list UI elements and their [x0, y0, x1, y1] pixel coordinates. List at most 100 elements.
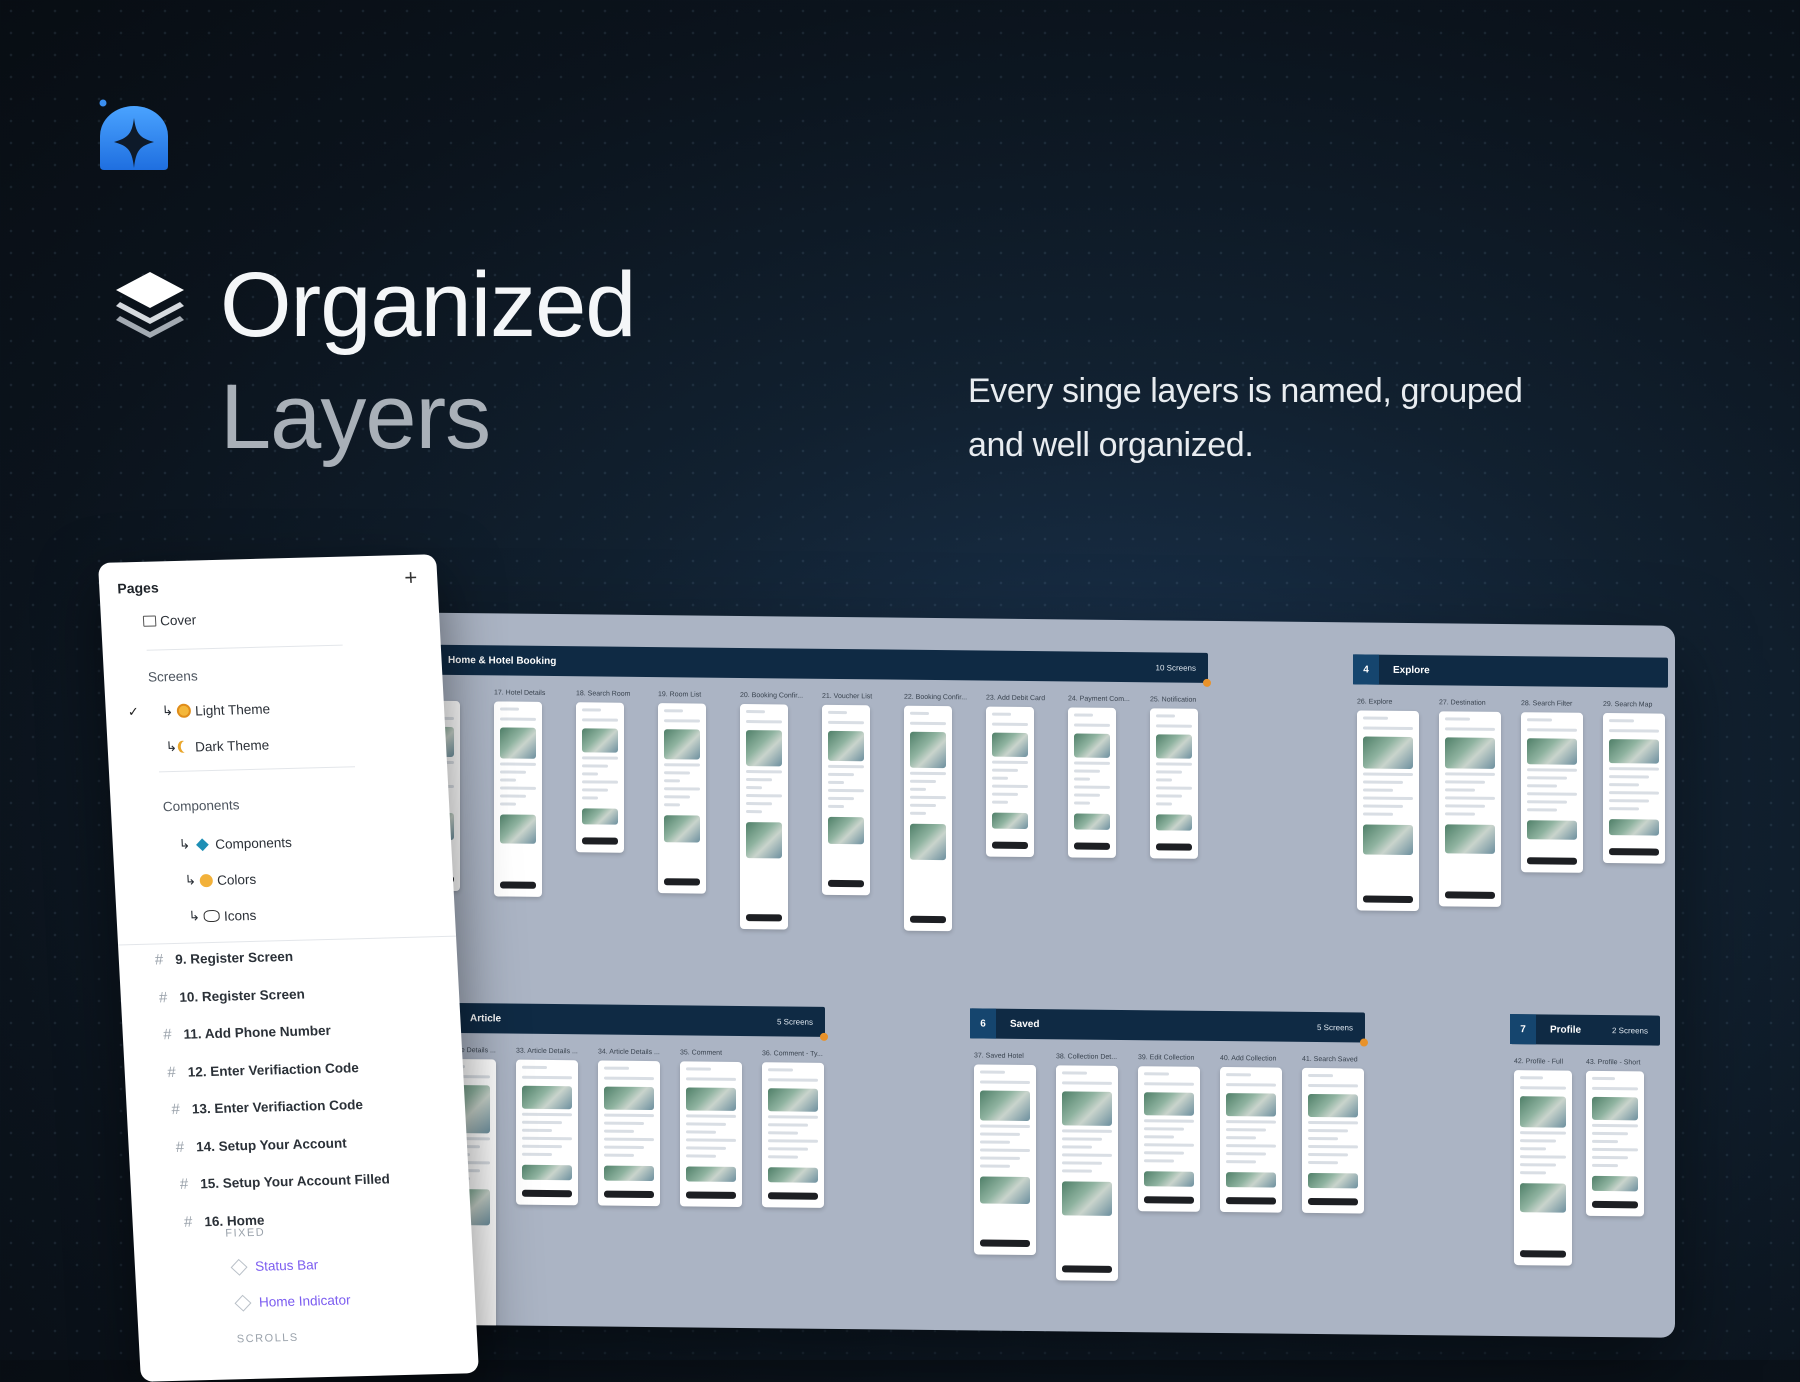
layer-frame-item[interactable]: #11. Add Phone Number [163, 1022, 332, 1043]
screen-frame-thumbnail[interactable] [658, 703, 706, 894]
section-profile[interactable]: 7 Profile 2 Screens 42. Profile - Full43… [1510, 1014, 1660, 1326]
screen-frame-thumbnail[interactable] [1220, 1067, 1282, 1213]
screen-frame-thumbnail[interactable] [822, 705, 870, 896]
screen-frame-label: 28. Search Filter [1521, 700, 1572, 708]
screen-frame-thumbnail[interactable] [904, 706, 952, 932]
add-page-button[interactable]: + [404, 565, 418, 591]
page-components[interactable]: ↳ Components [178, 834, 292, 853]
figma-canvas-board[interactable]: 3 Home & Hotel Booking 10 Screens 16. Ho… [360, 612, 1675, 1338]
section-home-hotel-booking[interactable]: 3 Home & Hotel Booking 10 Screens 16. Ho… [408, 645, 1208, 923]
layer-status-bar[interactable]: Status Bar [233, 1257, 319, 1274]
page-light-theme[interactable]: ↳ Light Theme [161, 701, 270, 720]
screen-frame-thumbnail[interactable] [986, 707, 1034, 858]
page-colors[interactable]: ↳ Colors [184, 871, 256, 889]
pages-panel[interactable]: Pages + Cover Screens ✓ ↳ Light Theme ↳ … [98, 554, 479, 1382]
text-line [1062, 1129, 1112, 1133]
screen-frame-label: 26. Explore [1357, 698, 1392, 705]
text-line [1520, 1139, 1556, 1142]
text-line [980, 1140, 1010, 1143]
screen-frame-label: 17. Hotel Details [494, 689, 545, 697]
status-bar [1144, 1072, 1169, 1075]
screen-frame-thumbnail[interactable] [762, 1062, 824, 1208]
section-header[interactable]: 7 Profile 2 Screens [1510, 1014, 1660, 1046]
section-header[interactable]: 5 Article 5 Screens [430, 1003, 825, 1037]
screen-frame-thumbnail[interactable] [1439, 711, 1501, 907]
section-explore[interactable]: 4 Explore 26. Explore27. Destination28. … [1353, 654, 1668, 927]
screen-frame-thumbnail[interactable] [494, 701, 542, 897]
section-header[interactable]: 4 Explore [1353, 654, 1668, 687]
status-bar [522, 1066, 547, 1069]
screen-frame-thumbnail[interactable] [516, 1060, 578, 1206]
layer-frame-item[interactable]: #12. Enter Verifiaction Code [167, 1059, 359, 1081]
screen-frame-thumbnail[interactable] [1150, 708, 1198, 859]
status-bar [1520, 1076, 1543, 1079]
screen-frame-thumbnail[interactable] [1586, 1071, 1644, 1217]
page-screens-section[interactable]: Screens [148, 668, 198, 684]
screen-frame-label: 20. Booking Confir... [740, 692, 803, 700]
layer-frame-item[interactable]: #14. Setup Your Account [175, 1134, 347, 1155]
page-dark-theme[interactable]: ↳ Dark Theme [165, 737, 269, 756]
screen-frame-thumbnail[interactable] [1514, 1070, 1572, 1266]
text-line [1074, 769, 1100, 772]
screen-frame-thumbnail[interactable] [1056, 1065, 1118, 1281]
photo-thumbnail [1592, 1097, 1638, 1120]
text-line [1363, 805, 1403, 808]
photo-thumbnail [1445, 737, 1495, 769]
text-line [1527, 728, 1577, 732]
photo-thumbnail [980, 1090, 1030, 1121]
text-line [828, 721, 864, 724]
text-line [1074, 785, 1110, 788]
screen-frame-thumbnail[interactable] [1603, 713, 1665, 864]
screen-frame-thumbnail[interactable] [1068, 707, 1116, 858]
photo-thumbnail [522, 1086, 572, 1110]
primary-button [1062, 1265, 1112, 1273]
layer-frame-item[interactable]: #13. Enter Verifiaction Code [171, 1096, 363, 1118]
text-line [1445, 788, 1475, 791]
screen-frame-label: 24. Payment Com... [1068, 695, 1130, 703]
primary-button [1592, 1201, 1638, 1208]
section-header[interactable]: 3 Home & Hotel Booking 10 Screens [408, 645, 1208, 683]
text-line [1592, 1140, 1618, 1143]
layer-frame-item[interactable]: #10. Register Screen [159, 985, 306, 1006]
section-header[interactable]: 6 Saved 5 Screens [970, 1008, 1365, 1042]
screen-frame-thumbnail[interactable] [974, 1064, 1036, 1255]
text-line [582, 788, 608, 791]
text-line [1156, 724, 1192, 727]
sun-icon [177, 704, 192, 718]
status-bar [500, 707, 519, 710]
status-bar [1527, 718, 1552, 721]
section-count: 2 Screens [1612, 1026, 1660, 1036]
section-title: Explore [1379, 664, 1656, 678]
component-instance-icon [231, 1258, 248, 1275]
layer-frame-item[interactable]: #9. Register Screen [154, 948, 293, 969]
text-line [1609, 807, 1639, 810]
screen-frame-thumbnail[interactable] [1138, 1066, 1200, 1212]
layer-frame-item[interactable]: #15. Setup Your Account Filled [179, 1170, 390, 1192]
text-line [1592, 1148, 1638, 1151]
status-bar [768, 1068, 793, 1071]
page-components-section[interactable]: Components [162, 797, 239, 814]
text-line [910, 804, 936, 807]
text-line [1062, 1153, 1112, 1157]
screen-frame-thumbnail[interactable] [576, 702, 624, 853]
screen-frame-thumbnail[interactable] [740, 704, 788, 930]
page-icons[interactable]: ↳ Icons [188, 907, 256, 925]
status-bar [1609, 719, 1634, 722]
screen-frame-thumbnail[interactable] [1357, 710, 1419, 911]
text-line [1520, 1155, 1566, 1158]
text-line [992, 761, 1028, 764]
photo-thumbnail [1592, 1176, 1638, 1191]
layer-home-indicator[interactable]: Home Indicator [237, 1292, 351, 1310]
screen-frame-thumbnail[interactable] [1521, 712, 1583, 873]
screen-frame-thumbnail[interactable] [1302, 1068, 1364, 1214]
text-line [1308, 1137, 1338, 1140]
section-saved[interactable]: 6 Saved 5 Screens 37. Saved Hotel38. Col… [970, 1008, 1370, 1322]
text-line [500, 794, 526, 797]
page-cover[interactable]: Cover [143, 612, 197, 628]
text-line [1144, 1119, 1194, 1123]
screen-frame-thumbnail[interactable] [680, 1061, 742, 1207]
photo-thumbnail [1609, 819, 1659, 836]
section-article[interactable]: 5 Article 5 Screens 32. Article Details … [430, 1003, 830, 1317]
screen-frame-thumbnail[interactable] [598, 1060, 660, 1206]
text-line [582, 796, 598, 799]
